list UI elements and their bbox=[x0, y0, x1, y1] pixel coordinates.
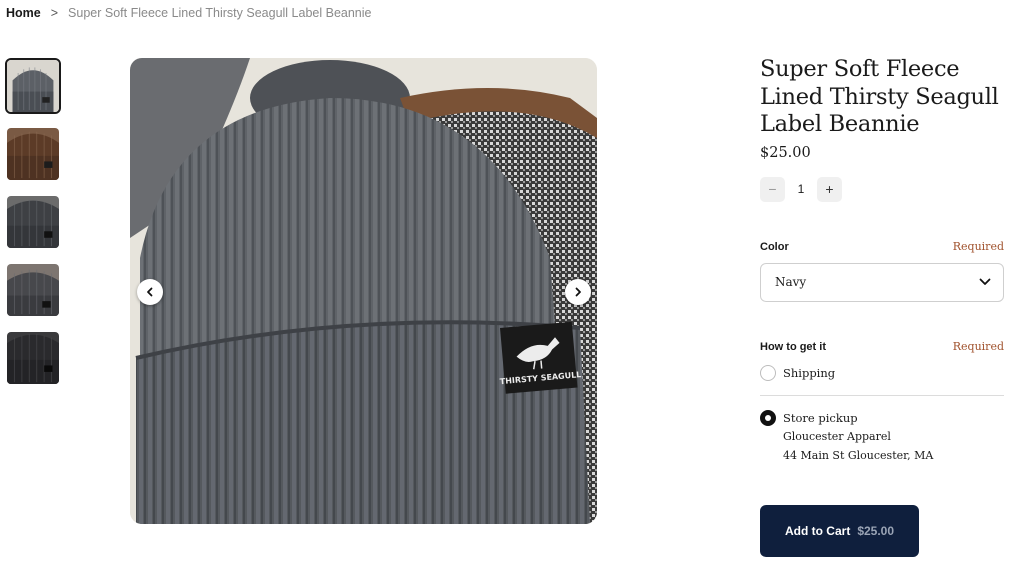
chevron-right-icon bbox=[575, 287, 581, 297]
chevron-left-icon bbox=[147, 287, 153, 297]
thumbnail-image bbox=[7, 196, 59, 248]
product-panel: Super Soft Fleece Lined Thirsty Seagull … bbox=[760, 56, 1004, 557]
shipping-radio[interactable] bbox=[760, 364, 776, 381]
thumbnail-image bbox=[7, 128, 59, 180]
thumbnail-3[interactable] bbox=[5, 194, 61, 250]
thumbnail-1[interactable] bbox=[5, 58, 61, 114]
breadcrumb-current: Super Soft Fleece Lined Thirsty Seagull … bbox=[68, 6, 372, 20]
color-required: Required bbox=[952, 239, 1004, 253]
thumbnail-image bbox=[7, 60, 59, 112]
breadcrumb: Home > Super Soft Fleece Lined Thirsty S… bbox=[6, 6, 371, 20]
product-title: Super Soft Fleece Lined Thirsty Seagull … bbox=[760, 56, 999, 137]
thumbnail-4[interactable] bbox=[5, 262, 61, 318]
quantity-stepper: − 1 + bbox=[760, 176, 1004, 202]
shipping-label: Shipping bbox=[783, 365, 836, 380]
store-address: 44 Main St Gloucester, MA bbox=[783, 448, 934, 462]
fulfillment-label: How to get it bbox=[760, 340, 826, 353]
add-to-cart-price: $25.00 bbox=[857, 523, 895, 538]
chevron-down-icon bbox=[979, 278, 991, 285]
breadcrumb-separator: > bbox=[50, 6, 59, 20]
add-to-cart-button[interactable]: Add to Cart $25.00 bbox=[760, 504, 919, 557]
previous-image-button[interactable] bbox=[137, 279, 163, 305]
store-name: Gloucester Apparel bbox=[783, 429, 891, 443]
thumbnail-image bbox=[7, 264, 59, 316]
thumbnail-list bbox=[5, 58, 62, 398]
fulfillment-field-header: How to get it Required bbox=[760, 340, 1004, 353]
fulfillment-required: Required bbox=[952, 339, 1004, 353]
store-pickup-label: Store pickup bbox=[783, 410, 858, 425]
next-image-button[interactable] bbox=[565, 279, 591, 305]
quantity-value[interactable]: 1 bbox=[785, 182, 817, 196]
thumbnail-image bbox=[7, 332, 59, 384]
color-selected-value: Navy bbox=[775, 275, 807, 289]
store-pickup-option[interactable]: Store pickup bbox=[760, 409, 1004, 426]
main-product-image: THIRSTY SEAGULL bbox=[130, 58, 597, 524]
quantity-increase-button[interactable]: + bbox=[817, 176, 842, 202]
product-price: $25.00 bbox=[760, 144, 811, 161]
color-field-header: Color Required bbox=[760, 240, 1004, 253]
color-select[interactable]: Navy bbox=[760, 262, 1004, 302]
breadcrumb-home-link[interactable]: Home bbox=[6, 6, 41, 20]
beanie-photo: THIRSTY SEAGULL bbox=[130, 58, 597, 524]
shipping-option[interactable]: Shipping bbox=[760, 364, 1004, 396]
quantity-decrease-button[interactable]: − bbox=[760, 176, 785, 202]
store-info: Gloucester Apparel 44 Main St Gloucester… bbox=[783, 427, 1004, 465]
store-pickup-radio[interactable] bbox=[760, 409, 776, 426]
thumbnail-5[interactable] bbox=[5, 330, 61, 386]
thumbnail-2[interactable] bbox=[5, 126, 61, 182]
add-to-cart-label: Add to Cart bbox=[784, 523, 851, 538]
color-label: Color bbox=[760, 240, 789, 253]
